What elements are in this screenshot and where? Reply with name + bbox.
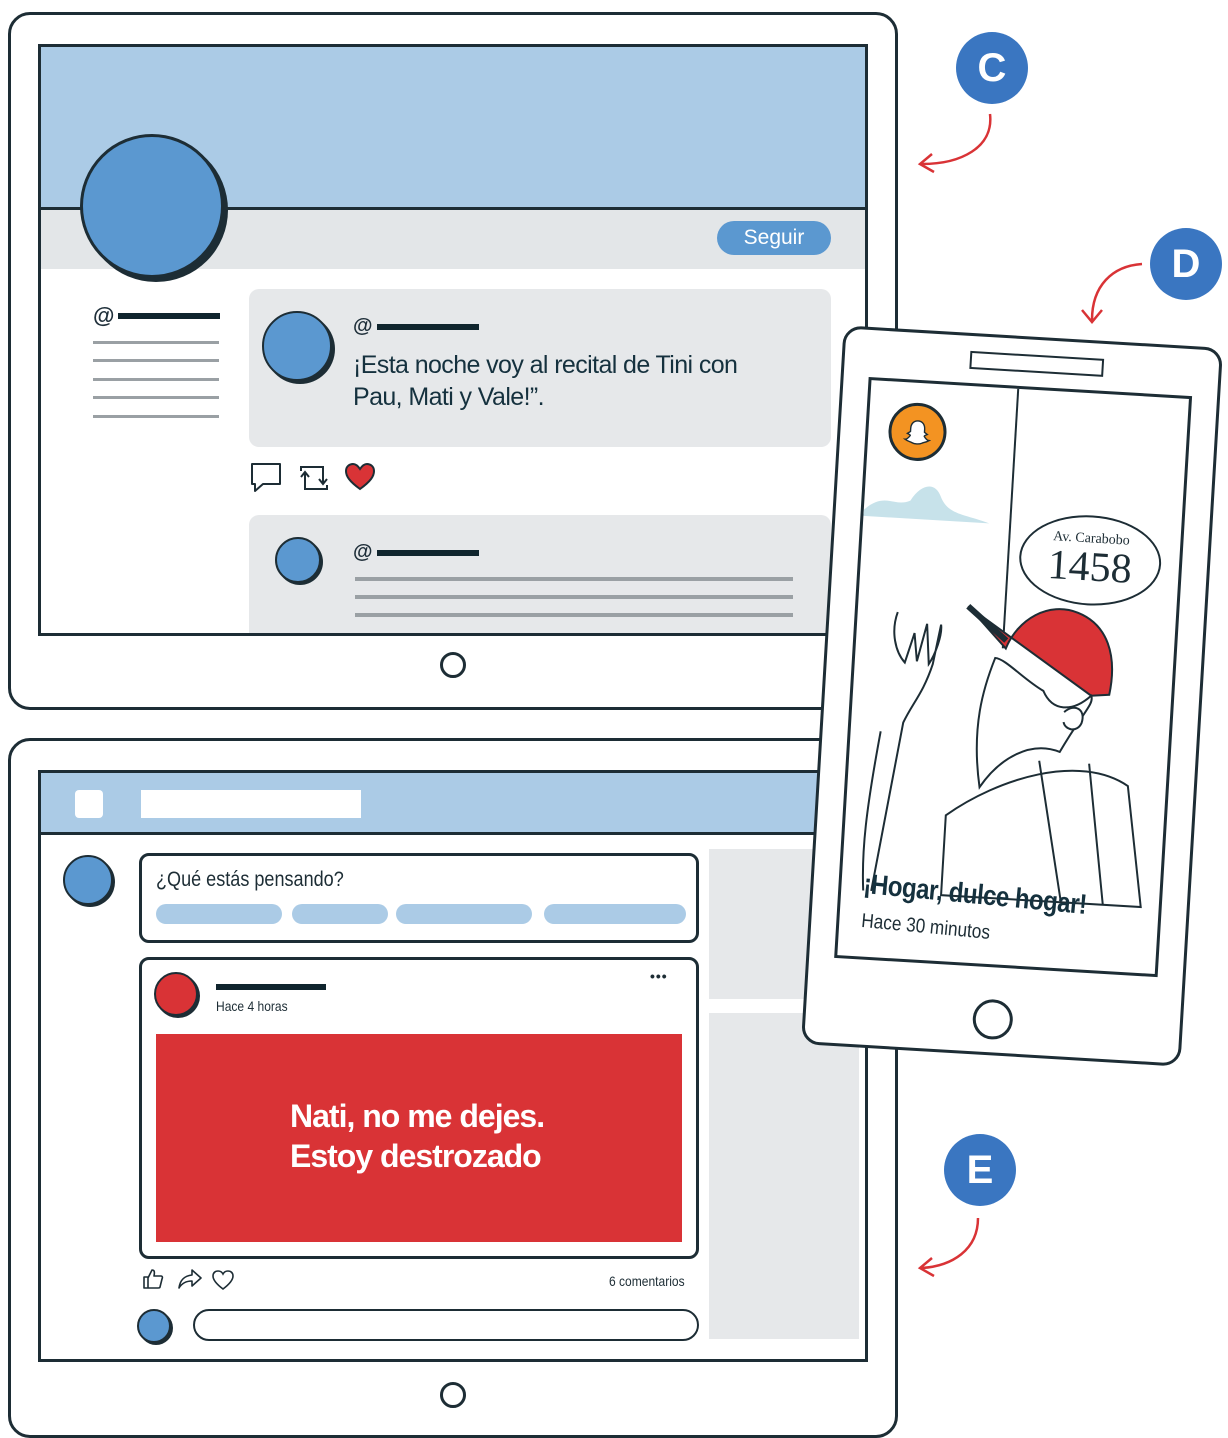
sidebar-panel [709,1013,859,1339]
tweet-handle-redacted [376,549,479,556]
tweet-avatar[interactable] [262,311,332,381]
cloud-shape [863,486,990,524]
tweet-handle-redacted [376,323,479,330]
comment-input[interactable] [193,1309,699,1341]
tweet-card[interactable]: @ [249,515,831,633]
composer-box[interactable]: ¿Qué estás pensando? [139,853,699,943]
post-author-avatar[interactable] [154,972,198,1016]
label-e: E [944,1134,1016,1206]
handle-redacted [118,313,221,319]
follow-button[interactable]: Seguir [717,221,831,255]
comments-count[interactable]: 6 comentarios [609,1273,697,1289]
comment-icon[interactable] [249,461,283,493]
tweet-text-line [355,577,793,581]
composer-option[interactable] [156,904,282,924]
home-button[interactable] [440,1382,466,1408]
tweet-handle-at: @ [353,315,373,337]
post-image-line1: Nati, no me dejes. [290,1098,545,1134]
label-c: C [956,32,1028,104]
search-input[interactable] [141,790,361,818]
profile-avatar[interactable] [80,134,224,278]
bio-line [93,359,219,362]
tweet-text-line [355,595,793,599]
story-screen[interactable]: Av. Carabobo 1458 ¡Hogar, dulce hogar! H… [834,376,1193,978]
tweet-handle: @ [353,315,479,338]
label-d: D [1150,228,1222,300]
post-time-text: Hace 4 horas [216,998,288,1014]
tweet-handle: @ [353,541,479,564]
composer-placeholder-text: ¿Qué estás pensando? [156,868,344,891]
composer-placeholder: ¿Qué estás pensando? [156,868,374,892]
comments-count-text: 6 comentarios [609,1273,685,1289]
arrow-icon [917,113,992,174]
post-image[interactable]: Nati, no me dejes. Estoy destrozado [156,1034,682,1242]
tweet-handle-at: @ [353,541,373,563]
profile-handle: @ [93,303,221,329]
feed-top-bar [41,773,865,835]
arrow-icon [1081,262,1143,324]
bio-line [93,415,219,418]
bio-line [93,378,219,381]
tweet-text: ¡Esta noche voy al recital de Tini con P… [353,351,738,411]
follow-button-label: Seguir [743,226,805,249]
post-image-line2: Estoy destrozado [290,1138,542,1174]
handle-at: @ [93,303,115,328]
tweet-card[interactable]: @ ¡Esta noche voy al recital de Tini con… [249,289,831,447]
user-avatar[interactable] [63,855,113,905]
arrow-icon [917,1217,980,1278]
more-options-icon[interactable]: ••• [650,968,668,984]
heart-icon[interactable] [343,461,377,493]
post-image-text: Nati, no me dejes. Estoy destrozado [290,1096,545,1176]
post-author-redacted [216,984,326,990]
post-card[interactable]: Hace 4 horas ••• Nati, no me dejes. Esto… [139,957,699,1259]
app-logo[interactable] [75,790,103,818]
bio-line [93,341,219,344]
bio-line [93,396,219,399]
profile-screen: Seguir @ @ ¡Esta noche voy al recital de… [38,44,868,636]
post-time: Hace 4 horas [216,998,299,1014]
home-button[interactable] [440,652,466,678]
feed-screen: ¿Qué estás pensando? Hace 4 horas ••• Na… [38,770,868,1362]
heart-outline-icon[interactable] [211,1269,235,1291]
commenter-avatar[interactable] [137,1309,171,1343]
tweet-avatar[interactable] [275,537,321,583]
composer-option[interactable] [292,904,388,924]
composer-option[interactable] [544,904,686,924]
phone-story: Av. Carabobo 1458 ¡Hogar, dulce hogar! H… [800,325,1224,1067]
composer-option[interactable] [396,904,532,924]
retweet-icon[interactable] [297,461,331,493]
like-icon[interactable] [141,1267,165,1291]
ghost-icon[interactable] [886,401,949,463]
tweet-text-line [355,613,793,617]
share-icon[interactable] [177,1267,203,1291]
